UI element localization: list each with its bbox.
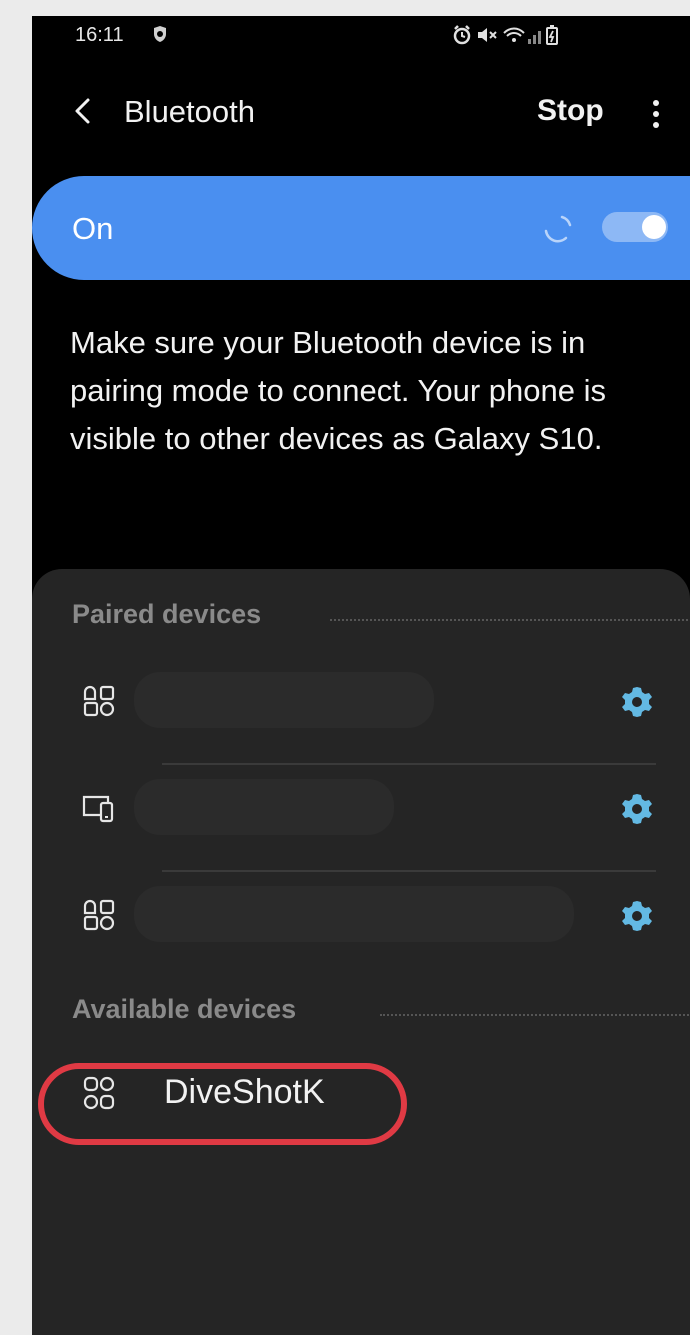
section-divider [380,1014,690,1016]
device-name-redacted [134,886,574,942]
section-label: Paired devices [72,599,262,629]
alarm-icon [453,25,471,45]
toggle-label: On [72,211,114,246]
gear-icon[interactable] [619,684,655,720]
paired-device-row[interactable] [32,648,690,753]
generic-device-icon [83,685,115,717]
more-options-icon[interactable] [644,94,668,134]
status-icons [453,25,558,45]
paired-devices-header: Paired devices [72,599,690,639]
paired-device-row[interactable] [32,755,690,860]
wifi-icon [503,27,525,42]
generic-device-icon [83,899,115,931]
generic-device-icon [83,1076,115,1110]
status-time: 16:11 [75,24,124,46]
section-divider [330,619,690,621]
app-bar: Bluetooth Stop [32,76,690,146]
paired-device-row[interactable] [32,862,690,967]
device-name: DiveShotK [164,1073,325,1111]
available-device-row[interactable]: DiveShotK [32,1039,690,1149]
device-name-redacted [134,672,434,728]
pairing-info-text: Make sure your Bluetooth device is in pa… [70,325,606,456]
back-arrow-icon[interactable] [66,92,100,130]
page-title: Bluetooth [124,94,255,129]
mute-icon [478,28,497,42]
section-label: Available devices [72,994,297,1024]
bluetooth-toggle-bar[interactable]: On [32,176,690,280]
phone-screen: 16:11 Bluetooth Stop On Make sure your B… [32,16,690,1335]
shield-icon [154,26,166,42]
gear-icon[interactable] [619,898,655,934]
devices-panel: Paired devices Available devices DiveSho… [32,569,690,1335]
available-devices-header: Available devices [72,994,690,1034]
device-name-redacted [134,779,394,835]
signal-icon [528,31,541,44]
battery-icon [546,25,558,45]
stop-button[interactable]: Stop [537,94,604,128]
status-bar: 16:11 [32,16,690,56]
gear-icon[interactable] [619,791,655,827]
bluetooth-toggle-switch[interactable] [602,212,668,242]
scanning-spinner-icon [544,215,572,243]
phone-tablet-icon [82,795,114,823]
toggle-knob [642,215,666,239]
